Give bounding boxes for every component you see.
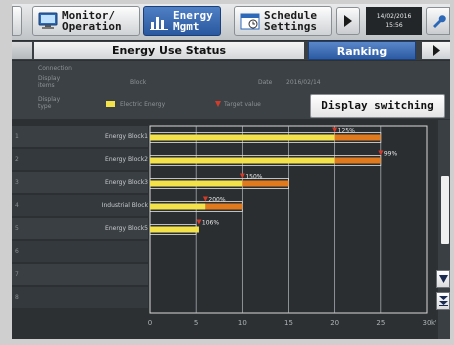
- play-right-icon: [344, 15, 352, 27]
- row-number: 1: [15, 133, 19, 140]
- target-legend-marker: [215, 101, 221, 107]
- tab-ranking[interactable]: Ranking: [308, 41, 416, 60]
- top-menu-bar: Monitor/ Operation Energy Mgmt Schedule …: [12, 4, 450, 40]
- date-value: 2016/02/14: [286, 79, 321, 86]
- x-tick-label: 0: [148, 319, 152, 327]
- display-switching-button[interactable]: Display switching: [310, 94, 445, 118]
- over-target-bar: [334, 157, 381, 164]
- row-band: [12, 241, 148, 262]
- row-number: 3: [15, 179, 19, 186]
- display-type-label: Display type: [38, 96, 61, 110]
- row-number: 6: [15, 248, 19, 255]
- sub-tab-bar: Energy Use Status Ranking: [12, 41, 450, 60]
- tab-energy-use-status[interactable]: Energy Use Status: [34, 42, 304, 59]
- energy-legend-swatch: [106, 101, 115, 107]
- double-down-icon: [438, 296, 448, 306]
- play-right-icon: [432, 45, 440, 56]
- settings-button[interactable]: [426, 7, 450, 35]
- over-target-bar: [334, 134, 381, 141]
- row-number: 2: [15, 156, 19, 163]
- connection-label: Connection: [38, 65, 72, 72]
- category-label: Energy Block1: [105, 133, 148, 140]
- target-percent-label: 200%: [208, 197, 225, 204]
- energy-mgmt-button[interactable]: Energy Mgmt: [143, 6, 221, 36]
- scroll-down-button[interactable]: [436, 270, 450, 288]
- over-target-bar: [242, 180, 289, 187]
- target-percent-label: 150%: [245, 174, 262, 181]
- monitor-operation-label: Monitor/ Operation: [62, 9, 122, 33]
- x-unit-label: kW: [431, 319, 436, 327]
- x-tick-label: 10: [238, 319, 247, 327]
- energy-mgmt-label: Energy Mgmt: [173, 9, 213, 33]
- schedule-settings-button[interactable]: Schedule Settings: [234, 6, 332, 36]
- row-band: [12, 264, 148, 285]
- display-items-value: Block: [130, 79, 147, 86]
- energy-bar: [150, 180, 243, 187]
- scrollbar-thumb[interactable]: [441, 176, 449, 244]
- monitor-icon: [38, 12, 58, 29]
- x-tick-label: 20: [330, 319, 339, 327]
- x-tick-label: 5: [194, 319, 198, 327]
- row-number: 4: [15, 202, 19, 209]
- schedule-settings-label: Schedule Settings: [264, 9, 317, 33]
- target-percent-label: 99%: [384, 151, 398, 158]
- row-band: [12, 287, 148, 308]
- energy-bar: [150, 134, 335, 141]
- date-time-display: 14/02/2016 15:56: [366, 7, 422, 35]
- category-label: Energy Block5: [105, 225, 148, 232]
- tab-back[interactable]: [12, 42, 32, 59]
- scroll-left-edge[interactable]: [12, 6, 22, 36]
- x-tick-label: 15: [284, 319, 293, 327]
- category-label: Industrial Block: [101, 202, 148, 209]
- legend-electric-energy: Electric Energy: [120, 101, 166, 108]
- energy-bar: [150, 203, 206, 210]
- next-menu-button[interactable]: [336, 7, 360, 35]
- wrench-icon: [433, 15, 446, 28]
- x-tick-label: 25: [376, 319, 385, 327]
- target-percent-label: 125%: [338, 128, 355, 135]
- row-number: 7: [15, 271, 19, 278]
- tab-next-button[interactable]: [422, 42, 450, 59]
- display-items-label: Display items: [38, 75, 61, 89]
- row-number: 8: [15, 294, 19, 301]
- energy-bar: [150, 226, 199, 233]
- current-date: 14/02/2016: [376, 13, 412, 20]
- category-label: Energy Block3: [105, 179, 148, 186]
- monitor-operation-button[interactable]: Monitor/ Operation: [32, 6, 140, 36]
- legend-target-value: Target value: [224, 101, 261, 108]
- energy-bar: [150, 157, 335, 164]
- energy-ranking-screen: Monitor/ Operation Energy Mgmt Schedule …: [12, 4, 450, 339]
- triangle-down-icon: [438, 275, 448, 283]
- category-label: Energy Block2: [105, 156, 148, 163]
- scroll-bottom-button[interactable]: [436, 292, 450, 310]
- target-percent-label: 106%: [202, 220, 219, 227]
- calendar-icon: [240, 13, 260, 30]
- current-time: 15:56: [385, 22, 403, 29]
- bar-chart-icon: [150, 17, 168, 30]
- over-target-bar: [205, 203, 243, 210]
- date-label: Date: [258, 79, 273, 86]
- row-number: 5: [15, 225, 19, 232]
